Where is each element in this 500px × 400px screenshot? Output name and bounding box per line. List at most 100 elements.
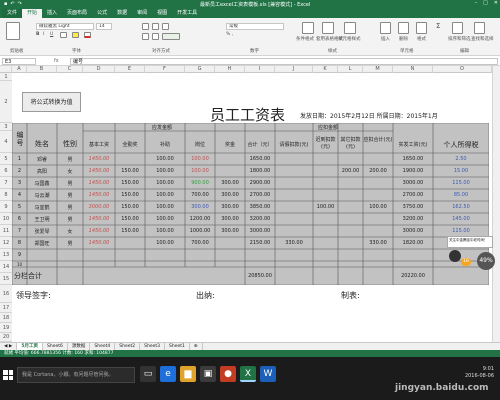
column-header[interactable]: L — [338, 66, 363, 73]
tab-formulas[interactable]: 公式 — [92, 9, 112, 18]
conditional-format-button[interactable]: 条件格式 — [296, 36, 314, 42]
convert-formula-button[interactable]: 将公式转换为值 — [22, 92, 81, 112]
conditional-format-icon[interactable] — [302, 22, 314, 34]
cell-net[interactable]: 3000.00 — [393, 180, 433, 186]
cell-style-icon[interactable] — [344, 22, 356, 34]
sort-filter-button[interactable]: 排序和筛选 — [448, 36, 471, 42]
cell-gender[interactable]: 男 — [57, 240, 83, 247]
undo-icon[interactable]: ↶ — [10, 1, 14, 7]
column-header[interactable]: A — [12, 66, 27, 73]
cell-post[interactable]: 900.00 — [185, 180, 215, 186]
bold-icon[interactable]: B — [36, 32, 39, 37]
cell-bonus[interactable]: 300.00 — [215, 192, 245, 198]
cell-no[interactable]: 5 — [12, 204, 27, 210]
column-header[interactable]: C — [57, 66, 83, 73]
cell-tax[interactable]: 2.50 — [433, 156, 489, 162]
sort-filter-icon[interactable] — [452, 22, 463, 34]
font-name-select[interactable]: 微软雅黑 Light — [36, 23, 94, 30]
cell-deduct-total[interactable]: 200.00 — [363, 168, 393, 174]
cell-no[interactable]: 8 — [12, 240, 27, 246]
wrap-text-icon[interactable] — [162, 23, 169, 30]
cell-post[interactable]: 100.00 — [185, 156, 215, 162]
cell-base[interactable]: 1450.00 — [83, 156, 115, 162]
redo-icon[interactable]: ↷ — [18, 1, 22, 7]
cell-tax[interactable]: 115.00 — [433, 228, 489, 234]
table-format-icon[interactable] — [322, 22, 334, 34]
delete-cells-icon[interactable] — [398, 22, 409, 34]
cell-name[interactable]: 邓睿 — [27, 156, 57, 163]
cell-base[interactable]: 1450.00 — [83, 192, 115, 198]
cell-attend[interactable]: 150.00 — [115, 192, 145, 198]
cell-no[interactable]: 6 — [12, 216, 27, 222]
row-header[interactable]: 20 — [0, 333, 12, 342]
cell-post[interactable]: 700.00 — [185, 192, 215, 198]
tab-data[interactable]: 数据 — [112, 9, 132, 18]
subtotal-net[interactable]: 20220.00 — [393, 273, 433, 279]
maximize-icon[interactable]: □ — [483, 0, 488, 6]
cell-attend[interactable]: 150.00 — [115, 180, 145, 186]
cell-gender[interactable]: 女 — [57, 228, 83, 235]
cell-no[interactable]: 2 — [12, 168, 27, 174]
cell-subsidy[interactable]: 100.00 — [145, 204, 185, 210]
cell-bonus[interactable]: 300.00 — [215, 180, 245, 186]
font-size-select[interactable]: 14 — [96, 23, 112, 30]
cell-name[interactable]: 马云潮 — [27, 192, 57, 199]
row-header[interactable]: 2 — [0, 81, 12, 123]
cell-tax[interactable]: 15.00 — [433, 168, 489, 174]
cell-other[interactable]: 200.00 — [338, 168, 363, 174]
cell-bonus[interactable]: 300.00 — [215, 216, 245, 222]
row-header[interactable]: 9 — [0, 201, 12, 213]
paste-icon[interactable] — [6, 22, 20, 40]
delete-button[interactable]: 删除 — [399, 36, 408, 42]
cell-late[interactable]: 100.00 — [313, 204, 338, 210]
avatar-icon[interactable] — [449, 250, 461, 262]
column-header[interactable]: O — [433, 66, 492, 73]
file-explorer-icon[interactable]: ▆ — [180, 366, 196, 382]
cell-attend[interactable]: 150.00 — [115, 228, 145, 234]
notice-popup[interactable]: 关注中金腾延中老时间！ — [447, 236, 493, 248]
percent-icon[interactable]: % , — [226, 32, 233, 37]
edge-icon[interactable]: e — [160, 366, 176, 382]
excel-icon[interactable]: X — [240, 366, 256, 382]
word-icon[interactable]: W — [260, 366, 276, 382]
cell-tax[interactable]: 162.50 — [433, 204, 489, 210]
cell-base[interactable]: 1450.00 — [83, 216, 115, 222]
cell-bonus[interactable]: 300.00 — [215, 204, 245, 210]
tab-review[interactable]: 审阅 — [132, 9, 152, 18]
cortana-search-input[interactable]: 我是 Cortana，小娜。有问题尽管问我。 — [17, 367, 135, 383]
cell-net[interactable]: 2700.00 — [393, 192, 433, 198]
cell-total[interactable]: 1650.00 — [245, 156, 275, 162]
cell-tax[interactable]: 85.00 — [433, 192, 489, 198]
cell-net[interactable]: 3750.00 — [393, 204, 433, 210]
cell-net[interactable]: 1900.00 — [393, 168, 433, 174]
cell-net[interactable]: 1820.00 — [393, 240, 433, 246]
cell-base[interactable]: 1450.00 — [83, 240, 115, 246]
italic-icon[interactable]: I — [43, 32, 44, 37]
fx-icon[interactable]: fx — [54, 58, 59, 64]
cell-attend[interactable]: 150.00 — [115, 168, 145, 174]
app-icon[interactable]: ● — [220, 366, 236, 382]
cell-gender[interactable]: 男 — [57, 156, 83, 163]
select-all-corner[interactable] — [0, 66, 12, 73]
cell-post[interactable]: 100.00 — [185, 168, 215, 174]
cell-no[interactable]: 9 — [12, 252, 27, 258]
format-button[interactable]: 格式 — [417, 36, 426, 42]
cell-total[interactable]: 2700.00 — [245, 192, 275, 198]
column-header[interactable]: I — [245, 66, 275, 73]
tab-home[interactable]: 开始 — [22, 9, 43, 18]
tab-view[interactable]: 视图 — [152, 9, 172, 18]
cell-total[interactable]: 3200.00 — [245, 216, 275, 222]
cell-net[interactable]: 3200.00 — [393, 216, 433, 222]
cell-name[interactable]: 王卫明 — [27, 216, 57, 223]
cell-post[interactable]: 1000.00 — [185, 228, 215, 234]
name-box[interactable]: E3 — [2, 58, 36, 65]
align-middle-icon[interactable] — [152, 23, 159, 30]
row-header[interactable]: 6 — [0, 165, 12, 177]
cell-subsidy[interactable]: 100.00 — [145, 156, 185, 162]
cell-tax[interactable]: 115.00 — [433, 180, 489, 186]
row-header[interactable]: 4 — [0, 131, 12, 153]
cell-gender[interactable]: 男 — [57, 180, 83, 187]
font-color-icon[interactable] — [84, 32, 91, 38]
cell-total[interactable]: 3850.00 — [245, 204, 275, 210]
tab-page-layout[interactable]: 页面布局 — [62, 9, 92, 18]
